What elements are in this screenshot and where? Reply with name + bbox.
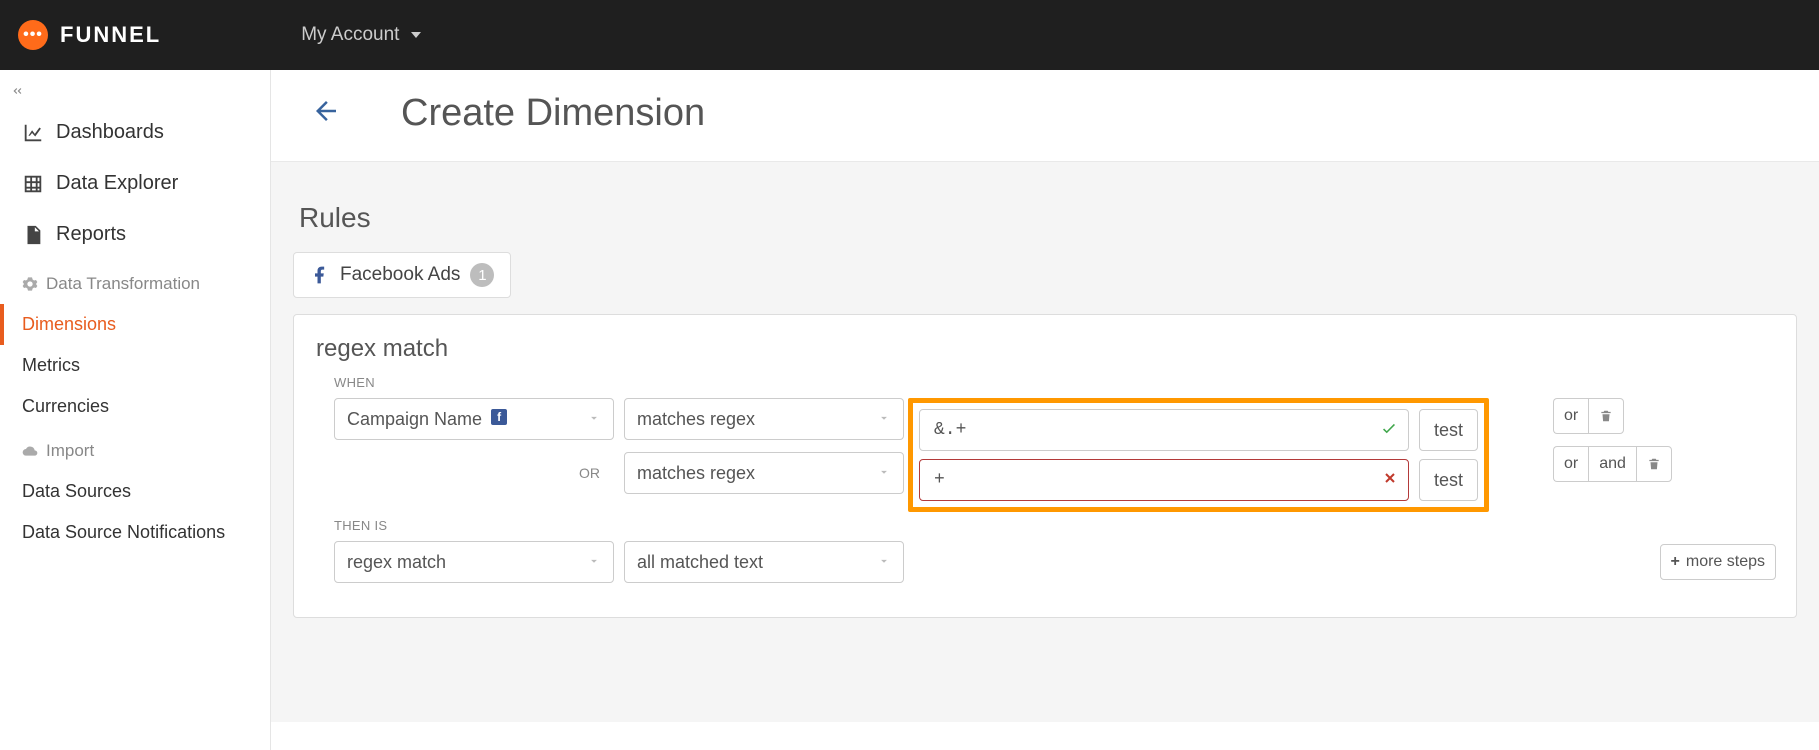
operator-select-2[interactable]: matches regex	[624, 452, 904, 494]
cloud-icon	[22, 443, 38, 459]
nav-reports[interactable]: Reports	[0, 209, 270, 260]
chart-line-icon	[22, 122, 44, 144]
delete-condition-1[interactable]	[1588, 398, 1624, 434]
rule-title: regex match	[316, 335, 1776, 363]
grid-icon	[22, 173, 44, 195]
then-scope-value: all matched text	[637, 552, 763, 573]
page-title: Create Dimension	[401, 92, 705, 135]
nav-label: Data Explorer	[56, 172, 178, 195]
document-icon	[22, 224, 44, 246]
operator-value: matches regex	[637, 463, 755, 484]
chevron-down-icon	[877, 552, 891, 573]
more-steps-label: more steps	[1686, 553, 1765, 571]
check-icon	[1380, 419, 1398, 442]
account-label: My Account	[301, 24, 399, 45]
source-chip-count: 1	[470, 263, 494, 287]
more-steps-button[interactable]: + more steps	[1660, 544, 1776, 580]
when-label: WHEN	[334, 375, 1776, 390]
sidebar-collapse[interactable]	[0, 78, 270, 107]
back-button[interactable]	[311, 96, 341, 131]
field-select-value: Campaign Name	[347, 409, 482, 429]
test-button-1[interactable]: test	[1419, 409, 1478, 451]
facebook-icon	[310, 265, 330, 285]
and-button[interactable]: and	[1588, 446, 1636, 482]
arrow-left-icon	[311, 96, 341, 126]
condition-actions-1: or	[1553, 398, 1624, 434]
or-label: OR	[334, 465, 614, 481]
nav-dashboards[interactable]: Dashboards	[0, 107, 270, 158]
trash-icon	[1599, 409, 1613, 423]
rules-heading: Rules	[299, 202, 1797, 234]
nav-label: Dashboards	[56, 121, 164, 144]
nav-metrics[interactable]: Metrics	[0, 345, 270, 386]
chevron-down-icon	[587, 409, 601, 430]
regex-input-2[interactable]	[919, 459, 1409, 501]
chevron-double-left-icon	[10, 84, 24, 98]
regex-input-1-field[interactable]	[932, 419, 1396, 441]
section-import: Import	[0, 427, 270, 471]
account-menu[interactable]: My Account	[301, 24, 421, 46]
nav-label: Reports	[56, 223, 126, 246]
source-chip[interactable]: Facebook Ads 1	[293, 252, 511, 298]
field-select[interactable]: Campaign Name f	[334, 398, 614, 440]
regex-input-1[interactable]	[919, 409, 1409, 451]
then-scope-select[interactable]: all matched text	[624, 541, 904, 583]
chevron-down-icon	[877, 463, 891, 484]
then-label: THEN IS	[334, 518, 1776, 533]
section-label: Data Transformation	[46, 274, 200, 294]
or-button-2[interactable]: or	[1553, 446, 1588, 482]
nav-data-source-notifications[interactable]: Data Source Notifications	[0, 512, 270, 553]
nav-dimensions[interactable]: Dimensions	[0, 304, 270, 345]
section-data-transformation: Data Transformation	[0, 260, 270, 304]
facebook-mini-icon: f	[491, 409, 507, 425]
logo-icon: •••	[18, 20, 48, 50]
plus-icon: +	[1671, 553, 1680, 571]
x-icon	[1382, 470, 1398, 491]
operator-select-1[interactable]: matches regex	[624, 398, 904, 440]
gear-icon	[22, 276, 38, 292]
regex-highlight: test test	[908, 398, 1489, 512]
nav-data-sources[interactable]: Data Sources	[0, 471, 270, 512]
nav-data-explorer[interactable]: Data Explorer	[0, 158, 270, 209]
then-select[interactable]: regex match	[334, 541, 614, 583]
section-label: Import	[46, 441, 94, 461]
chevron-down-icon	[587, 552, 601, 573]
condition-actions-2: or and	[1553, 446, 1672, 482]
rule-card: regex match WHEN Campaign Name f	[293, 314, 1797, 618]
or-button-1[interactable]: or	[1553, 398, 1588, 434]
nav-currencies[interactable]: Currencies	[0, 386, 270, 427]
chevron-down-icon	[877, 409, 891, 430]
source-chip-label: Facebook Ads	[340, 264, 460, 286]
delete-condition-2[interactable]	[1636, 446, 1672, 482]
brand-name: FUNNEL	[60, 22, 161, 48]
caret-down-icon	[411, 32, 421, 38]
regex-input-2-field[interactable]	[932, 469, 1396, 491]
then-select-value: regex match	[347, 552, 446, 573]
trash-icon	[1647, 457, 1661, 471]
test-button-2[interactable]: test	[1419, 459, 1478, 501]
operator-value: matches regex	[637, 409, 755, 430]
